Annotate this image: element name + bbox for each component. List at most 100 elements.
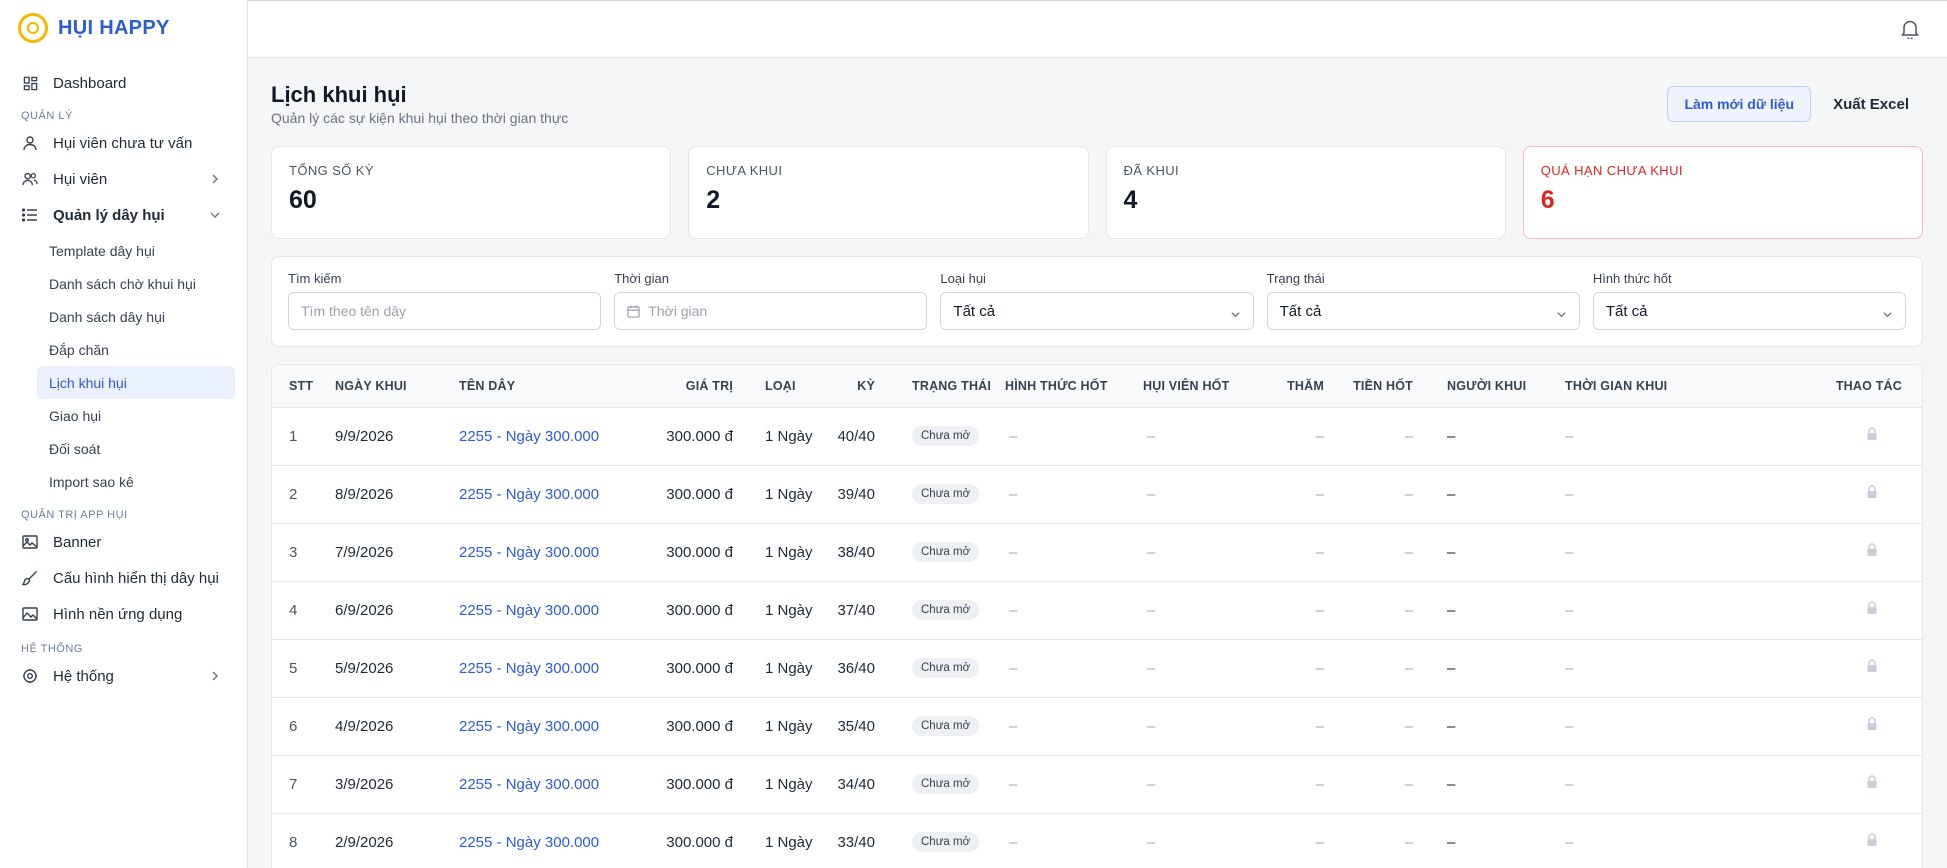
cell-opener: –: [1447, 427, 1456, 445]
lock-icon[interactable]: [1866, 659, 1878, 677]
stat-card-total: TỔNG SỐ KỲ 60: [271, 146, 672, 239]
sidebar-item-consult[interactable]: Hụi viên chưa tư vấn: [12, 125, 235, 161]
lock-icon[interactable]: [1866, 833, 1878, 851]
status-select[interactable]: Tất cả: [1266, 292, 1580, 330]
cell-form: –: [1009, 543, 1018, 561]
type-select[interactable]: Tất cả: [940, 292, 1254, 330]
lock-icon[interactable]: [1866, 427, 1878, 445]
cell-member: –: [1147, 659, 1156, 677]
sidebar-item-manage-lines[interactable]: Quản lý dây hụi: [12, 197, 235, 233]
cell-name-link[interactable]: 2255 - Ngày 300.000: [459, 755, 625, 813]
sidebar-sub-import[interactable]: Import sao kê: [37, 465, 235, 498]
sidebar-sub-delivery[interactable]: Giao hụi: [37, 399, 235, 432]
cell-status: Chưa mở: [875, 523, 997, 581]
stat-card-opened: ĐÃ KHUI 4: [1105, 146, 1506, 239]
cell-name-link[interactable]: 2255 - Ngày 300.000: [459, 813, 625, 868]
cell-type: 1 Ngày: [765, 659, 813, 677]
table-row[interactable]: 7 3/9/2026 2255 - Ngày 300.000 300.000 đ 1 N…: [272, 755, 1922, 813]
filter-bar: Tìm kiếm Thời gian Loại hụi Tất cả: [271, 256, 1923, 347]
cell-amount: –: [1404, 427, 1413, 445]
th-status: TRẠNG THÁI: [912, 378, 992, 393]
cell-opener: –: [1447, 601, 1456, 619]
th-form: HÌNH THỨC HỐT: [1005, 378, 1108, 393]
cell-amount: –: [1404, 485, 1413, 503]
sidebar-sub-blanket[interactable]: Đắp chăn: [37, 333, 235, 366]
stat-value: 2: [706, 186, 721, 214]
cell-date: 5/9/2026: [335, 659, 394, 677]
table-row[interactable]: 8 2/9/2026 2255 - Ngày 300.000 300.000 đ 1 N…: [272, 813, 1922, 868]
stat-card-overdue: QUÁ HẠN CHƯA KHUI 6: [1522, 146, 1923, 239]
lock-icon[interactable]: [1866, 485, 1878, 503]
sidebar-sub-schedule[interactable]: Lịch khui hụi: [37, 366, 235, 399]
cell-actions: [1671, 465, 1922, 523]
time-input[interactable]: [648, 303, 915, 319]
cell-name-link[interactable]: 2255 - Ngày 300.000: [459, 697, 625, 755]
cell-name-link[interactable]: 2255 - Ngày 300.000: [459, 581, 625, 639]
cell-stt: 7: [289, 775, 298, 793]
cell-name-link[interactable]: 2255 - Ngày 300.000: [459, 523, 625, 581]
app-logo[interactable]: HỤI HAPPY: [0, 0, 247, 56]
table-row[interactable]: 4 6/9/2026 2255 - Ngày 300.000 300.000 đ 1 N…: [272, 581, 1922, 639]
cell-bid: –: [1315, 427, 1324, 445]
sidebar-sub-lines[interactable]: Danh sách dây hụi: [37, 300, 235, 333]
sidebar-item-wallpaper[interactable]: Hình nền ứng dụng: [12, 596, 235, 632]
th-bid: THĂM: [1287, 378, 1324, 393]
cell-name-link[interactable]: 2255 - Ngày 300.000: [459, 639, 625, 697]
cell-time: –: [1565, 775, 1574, 793]
lock-icon[interactable]: [1866, 717, 1878, 735]
sidebar-item-banner[interactable]: Banner: [12, 524, 235, 560]
cell-actions: [1671, 407, 1922, 465]
table-row[interactable]: 6 4/9/2026 2255 - Ngày 300.000 300.000 đ 1 N…: [272, 697, 1922, 755]
cell-amount: –: [1404, 717, 1413, 735]
cell-date: 3/9/2026: [335, 775, 394, 793]
search-input[interactable]: [301, 303, 589, 319]
cell-type: 1 Ngày: [765, 717, 813, 735]
cell-type: 1 Ngày: [765, 775, 813, 793]
cell-time: –: [1565, 717, 1574, 735]
calendar-icon: [627, 304, 640, 318]
stat-label: ĐÃ KHUI: [1123, 163, 1180, 178]
cell-name-link[interactable]: 2255 - Ngày 300.000: [459, 465, 625, 523]
table-row[interactable]: 3 7/9/2026 2255 - Ngày 300.000 300.000 đ 1 N…: [272, 523, 1922, 581]
cell-opener: –: [1447, 659, 1456, 677]
stats-row: TỔNG SỐ KỲ 60 CHƯA KHUI 2 ĐÃ KHUI 4 QUÁ …: [271, 146, 1923, 239]
th-date: NGÀY KHUI: [335, 378, 407, 393]
cell-name-link[interactable]: 2255 - Ngày 300.000: [459, 407, 625, 465]
cell-form: –: [1009, 601, 1018, 619]
lock-icon[interactable]: [1866, 543, 1878, 561]
cell-stt: 4: [289, 601, 298, 619]
cell-value: 300.000 đ: [666, 485, 733, 503]
refresh-button[interactable]: Làm mới dữ liệu: [1667, 86, 1811, 122]
section-app: QUẢN TRỊ APP HỤI: [21, 509, 128, 521]
sidebar-item-system[interactable]: Hệ thống: [12, 658, 235, 694]
cell-date: 6/9/2026: [335, 601, 394, 619]
sidebar-item-members[interactable]: Hụi viên: [12, 161, 235, 197]
lock-icon[interactable]: [1866, 601, 1878, 619]
cell-value: 300.000 đ: [666, 659, 733, 677]
cell-date: 8/9/2026: [335, 485, 394, 503]
form-select[interactable]: Tất cả: [1592, 292, 1907, 330]
cell-value: 300.000 đ: [666, 543, 733, 561]
sidebar-sub-reconcile[interactable]: Đối soát: [37, 432, 235, 465]
cell-opener: –: [1447, 485, 1456, 503]
sidebar-sub-waitlist[interactable]: Danh sách chờ khui hụi: [37, 267, 235, 300]
filter-label: Tìm kiếm: [288, 271, 342, 286]
cell-stt: 6: [289, 717, 298, 735]
sidebar-item-label: Cấu hình hiển thị dây hụi: [53, 569, 219, 587]
sidebar-item-display-config[interactable]: Cấu hình hiển thị dây hụi: [12, 560, 235, 596]
cell-amount: –: [1404, 775, 1413, 793]
cell-type: 1 Ngày: [765, 427, 813, 445]
table-row[interactable]: 5 5/9/2026 2255 - Ngày 300.000 300.000 đ 1 N…: [272, 639, 1922, 697]
sidebar-item-dashboard[interactable]: Dashboard: [12, 65, 235, 101]
cell-period: 33/40: [837, 833, 875, 851]
sidebar-sub-template[interactable]: Template dây hụi: [37, 234, 235, 267]
time-picker[interactable]: [614, 292, 928, 330]
lock-icon[interactable]: [1866, 775, 1878, 793]
table-row[interactable]: 1 9/9/2026 2255 - Ngày 300.000 300.000 đ 1 N…: [272, 407, 1922, 465]
bell-icon[interactable]: [1901, 19, 1919, 44]
table-row[interactable]: 2 8/9/2026 2255 - Ngày 300.000 300.000 đ 1 N…: [272, 465, 1922, 523]
export-excel-button[interactable]: Xuất Excel: [1819, 86, 1923, 122]
th-type: LOẠI: [765, 378, 796, 393]
cell-form: –: [1009, 775, 1018, 793]
cell-bid: –: [1315, 543, 1324, 561]
